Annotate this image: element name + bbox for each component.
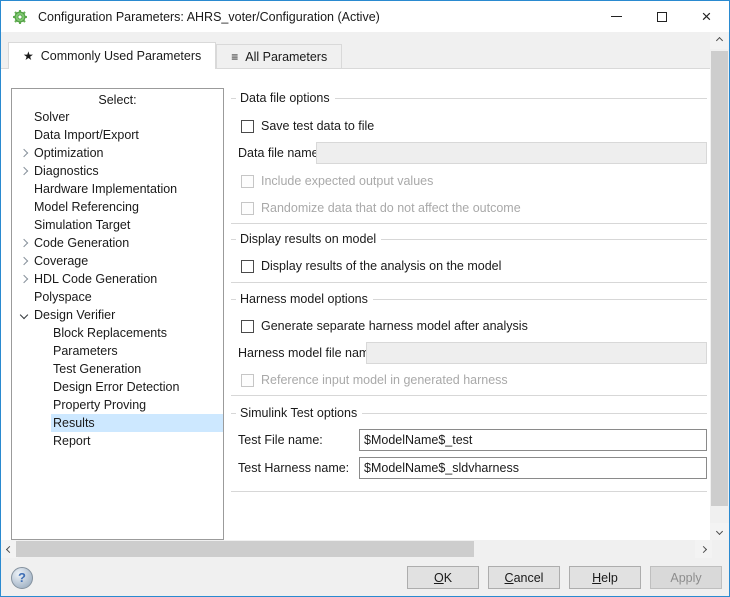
question-mark-icon: ? [18, 570, 26, 585]
sidebar-item-property-proving[interactable]: Property Proving [12, 396, 223, 414]
maximize-button[interactable] [639, 1, 684, 32]
results-pane: Data file options Save test data to file… [229, 69, 710, 540]
scroll-right-button[interactable] [695, 540, 712, 558]
minimize-icon [611, 16, 622, 17]
help-icon-button[interactable]: ? [11, 567, 33, 589]
sidebar-item-parameters[interactable]: Parameters [12, 342, 223, 360]
sidebar-item-block-replacements[interactable]: Block Replacements [12, 324, 223, 342]
chevron-up-icon [716, 37, 723, 44]
generate-harness-checkbox-row[interactable]: Generate separate harness model after an… [241, 315, 528, 337]
chevron-right-icon [700, 545, 707, 552]
list-icon: ≡ [231, 50, 238, 64]
section-divider [231, 395, 707, 396]
display-results-checkbox[interactable] [241, 260, 254, 273]
tab-bar: ★ Commonly Used Parameters ≡ All Paramet… [1, 32, 710, 69]
tab-label: Commonly Used Parameters [41, 49, 201, 63]
sidebar-item-polyspace[interactable]: Polyspace [12, 288, 223, 306]
data-file-name-input[interactable] [316, 142, 707, 164]
vertical-scrollbar[interactable] [710, 32, 729, 540]
tab-label: All Parameters [245, 50, 327, 64]
reference-input-model-checkbox-row: Reference input model in generated harne… [241, 369, 508, 391]
sidebar-item-code-generation[interactable]: Code Generation [12, 234, 223, 252]
category-tree: Select: Solver Data Import/Export Optimi… [11, 88, 224, 540]
sidebar-item-diagnostics[interactable]: Diagnostics [12, 162, 223, 180]
scroll-up-button[interactable] [710, 32, 729, 49]
tab-all-parameters[interactable]: ≡ All Parameters [216, 44, 342, 68]
data-file-name-label: Data file name: [238, 142, 322, 164]
tab-page: Select: Solver Data Import/Export Optimi… [1, 69, 710, 540]
randomize-data-checkbox [241, 202, 254, 215]
sidebar-item-hdl-code-generation[interactable]: HDL Code Generation [12, 270, 223, 288]
test-harness-name-label: Test Harness name: [238, 457, 349, 479]
save-test-data-checkbox[interactable] [241, 120, 254, 133]
maximize-icon [657, 12, 667, 22]
chevron-right-icon[interactable] [20, 275, 28, 283]
star-icon: ★ [23, 49, 34, 63]
harness-model-file-name-input[interactable] [366, 342, 707, 364]
minimize-button[interactable] [594, 1, 639, 32]
chevron-right-icon[interactable] [20, 239, 28, 247]
sidebar-item-design-error-detection[interactable]: Design Error Detection [12, 378, 223, 396]
test-file-name-input[interactable] [359, 429, 707, 451]
harness-model-file-name-label: Harness model file name: [238, 342, 380, 364]
horizontal-scrollbar-thumb[interactable] [16, 541, 474, 557]
help-button[interactable]: Help [569, 566, 641, 589]
randomize-data-checkbox-row: Randomize data that do not affect the ou… [241, 197, 521, 219]
save-test-data-checkbox-row[interactable]: Save test data to file [241, 115, 374, 137]
configuration-gear-icon [12, 9, 28, 25]
vertical-scrollbar-thumb[interactable] [711, 51, 728, 506]
group-title-display-results: Display results on model [231, 228, 707, 250]
tab-commonly-used-parameters[interactable]: ★ Commonly Used Parameters [8, 42, 216, 69]
chevron-right-icon[interactable] [20, 167, 28, 175]
tree-header: Select: [12, 89, 223, 108]
sidebar-item-optimization[interactable]: Optimization [12, 144, 223, 162]
footer-bar: ? OK Cancel Help Apply [1, 558, 729, 597]
sidebar-item-simulation-target[interactable]: Simulation Target [12, 216, 223, 234]
chevron-down-icon [716, 528, 723, 535]
group-title-data-file-options: Data file options [231, 87, 707, 109]
close-button[interactable]: × [684, 1, 729, 32]
ok-button[interactable]: OK [407, 566, 479, 589]
section-divider [231, 282, 707, 283]
sidebar-item-coverage[interactable]: Coverage [12, 252, 223, 270]
section-divider [231, 223, 707, 224]
include-expected-output-checkbox-row: Include expected output values [241, 170, 433, 192]
sidebar-item-results[interactable]: Results [12, 414, 223, 432]
close-icon: × [702, 8, 712, 25]
include-expected-output-checkbox [241, 175, 254, 188]
chevron-right-icon[interactable] [20, 149, 28, 157]
scrollbar-corner [712, 540, 729, 558]
chevron-left-icon [6, 545, 13, 552]
test-harness-name-input[interactable] [359, 457, 707, 479]
horizontal-scrollbar[interactable] [1, 540, 712, 558]
cancel-button[interactable]: Cancel [488, 566, 560, 589]
generate-harness-checkbox[interactable] [241, 320, 254, 333]
group-title-harness-model-options: Harness model options [231, 288, 707, 310]
sidebar-item-hardware-implementation[interactable]: Hardware Implementation [12, 180, 223, 198]
scroll-down-button[interactable] [710, 523, 729, 540]
configuration-parameters-dialog: Configuration Parameters: AHRS_voter/Con… [0, 0, 730, 597]
sidebar-item-design-verifier[interactable]: Design Verifier [12, 306, 223, 324]
title-bar[interactable]: Configuration Parameters: AHRS_voter/Con… [1, 1, 729, 32]
sidebar-item-solver[interactable]: Solver [12, 108, 223, 126]
sidebar-item-data-import-export[interactable]: Data Import/Export [12, 126, 223, 144]
group-title-simulink-test-options: Simulink Test options [231, 402, 707, 424]
display-results-checkbox-row[interactable]: Display results of the analysis on the m… [241, 255, 501, 277]
test-file-name-label: Test File name: [238, 429, 323, 451]
window-title: Configuration Parameters: AHRS_voter/Con… [38, 10, 380, 24]
chevron-right-icon[interactable] [20, 257, 28, 265]
sidebar-item-model-referencing[interactable]: Model Referencing [12, 198, 223, 216]
chevron-down-icon[interactable] [20, 311, 28, 319]
reference-input-model-checkbox [241, 374, 254, 387]
sidebar-item-report[interactable]: Report [12, 432, 223, 450]
sidebar-item-test-generation[interactable]: Test Generation [12, 360, 223, 378]
section-divider [231, 491, 707, 492]
apply-button: Apply [650, 566, 722, 589]
